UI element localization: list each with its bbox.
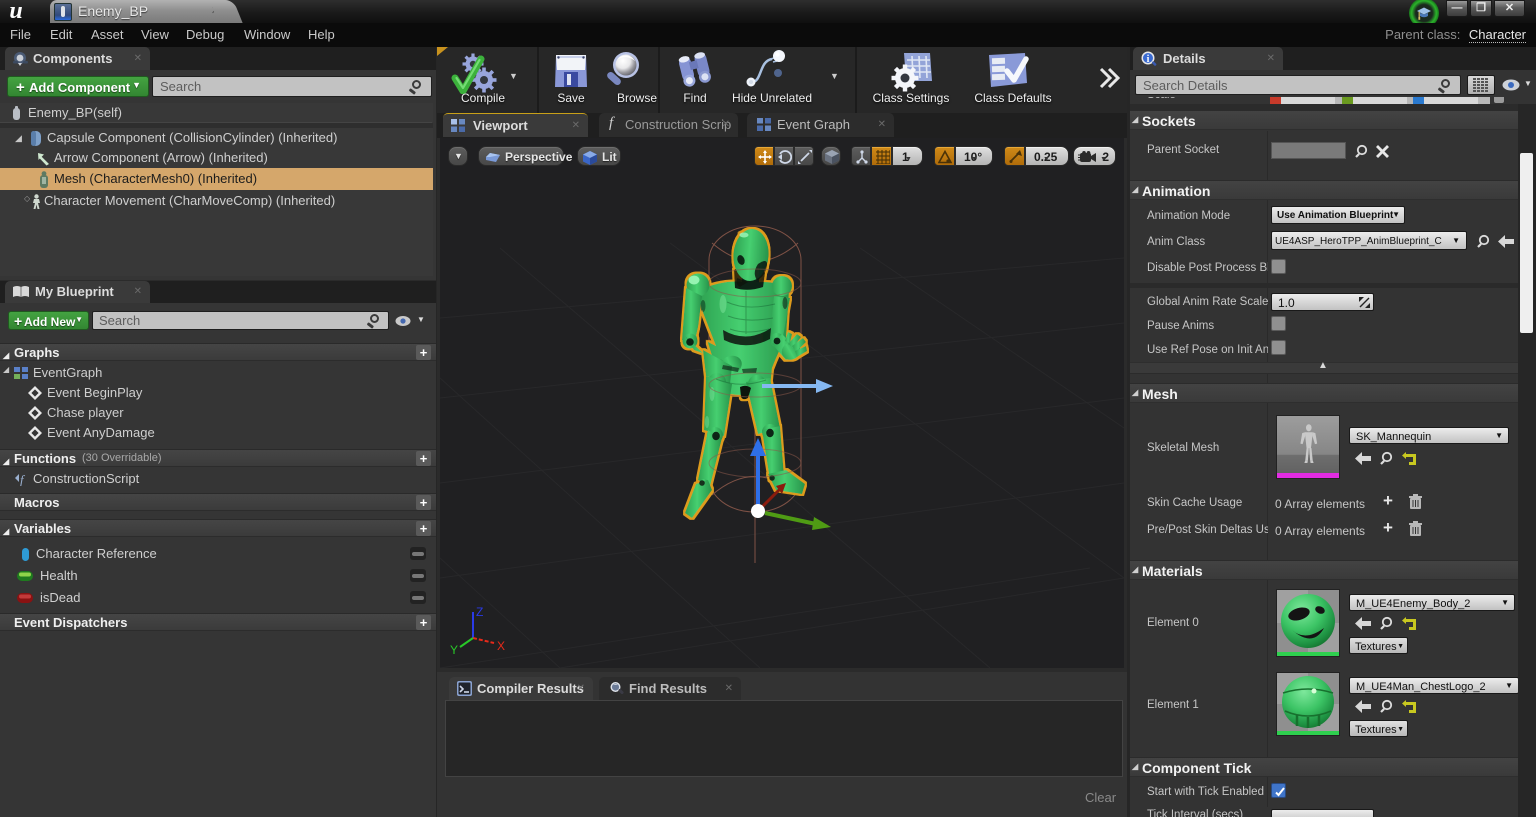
svg-text:Y: Y: [450, 643, 458, 657]
svg-text:f: f: [20, 472, 26, 486]
svg-text:Z: Z: [476, 605, 483, 619]
svg-text:i: i: [1147, 54, 1150, 65]
svg-text:X: X: [497, 639, 505, 653]
